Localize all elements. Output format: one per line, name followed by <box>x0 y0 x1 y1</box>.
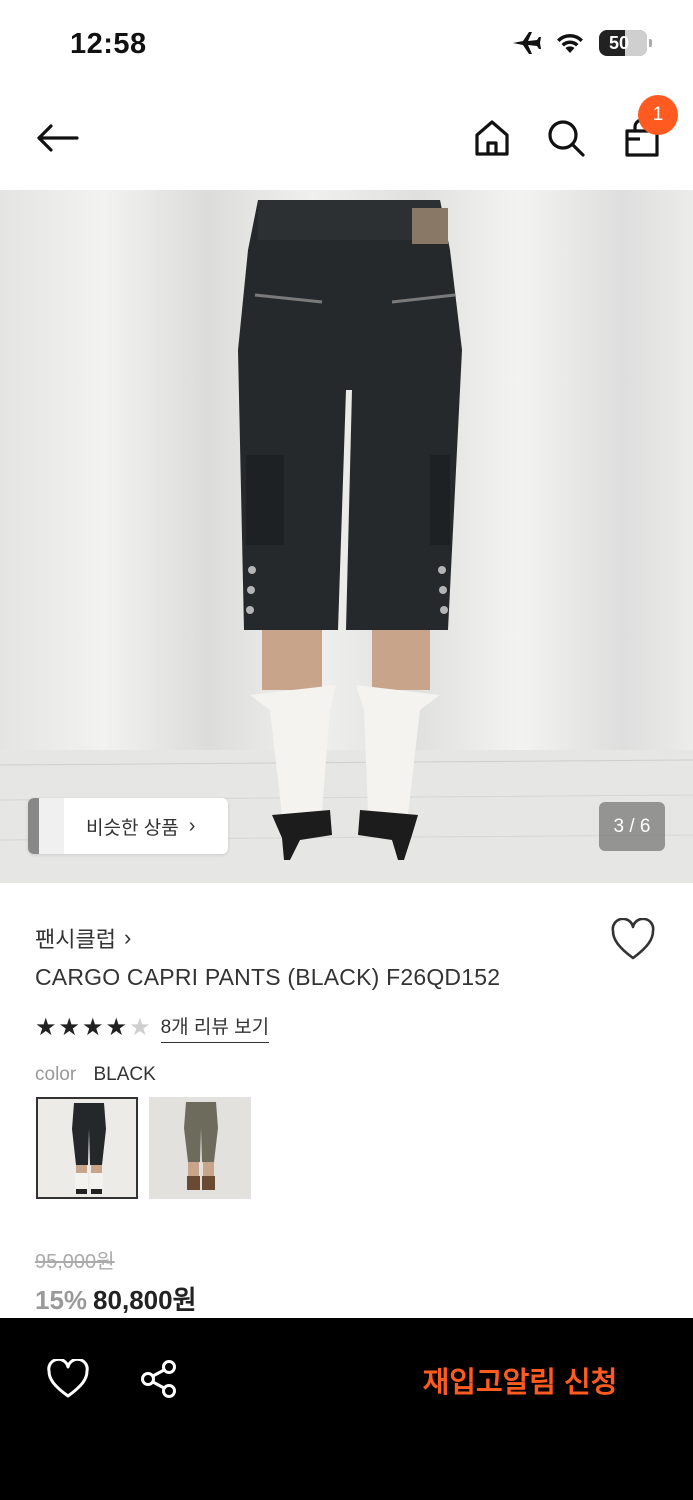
sale-price: 80,800원 <box>93 1285 197 1315</box>
bottom-wishlist-button[interactable] <box>46 1357 90 1399</box>
search-icon <box>548 120 585 157</box>
image-page-indicator: 3 / 6 <box>599 802 665 851</box>
star-filled-icon: ★ <box>58 1013 81 1041</box>
battery-level: 50 <box>608 32 630 53</box>
color-value: BLACK <box>93 1064 156 1085</box>
product-name: CARGO CAPRI PANTS (BLACK) F26QD152 <box>35 964 501 990</box>
star-filled-icon: ★ <box>82 1013 104 1041</box>
star-empty-icon: ★ <box>129 1013 151 1041</box>
bottom-action-bar: 재입고알림 신청 <box>0 1318 693 1500</box>
chevron-right-icon: › <box>188 814 196 837</box>
battery-icon: 50 <box>599 30 652 56</box>
restock-alert-button[interactable]: 재입고알림 신청 <box>400 1360 640 1400</box>
airplane-icon <box>513 32 541 54</box>
rating-stars: ★ ★ ★ ★ ★ <box>35 1013 151 1041</box>
similar-product-thumbnail <box>28 798 64 854</box>
rating-row: ★ ★ ★ ★ ★ 8개 리뷰 보기 <box>35 1012 270 1043</box>
star-filled-icon: ★ <box>105 1013 128 1041</box>
price-row: 15% 80,800원 <box>35 1280 197 1317</box>
original-price: 95,000원 <box>35 1251 115 1273</box>
product-image[interactable] <box>0 190 693 883</box>
brand-link[interactable]: 팬시클럽 › <box>35 922 131 954</box>
arrow-left-icon <box>37 124 79 152</box>
brand-name: 팬시클럽 <box>35 927 116 952</box>
cart-count-badge: 1 <box>638 95 678 135</box>
back-button[interactable] <box>32 113 82 163</box>
chevron-right-icon: › <box>123 925 132 950</box>
wifi-icon <box>557 33 583 53</box>
share-icon <box>141 1360 176 1398</box>
wishlist-button[interactable] <box>610 917 656 962</box>
share-button[interactable] <box>138 1358 180 1400</box>
black-pants-thumbnail <box>38 1099 136 1197</box>
heart-icon <box>611 917 655 960</box>
color-row: color BLACK <box>35 1064 156 1086</box>
color-swatch-khaki[interactable] <box>149 1097 251 1199</box>
color-swatch-black[interactable] <box>36 1097 138 1199</box>
heart-icon <box>47 1357 89 1398</box>
status-icons: 50 <box>511 30 652 56</box>
search-button[interactable] <box>541 113 591 163</box>
nav-bar <box>0 95 693 185</box>
home-button[interactable] <box>467 113 517 163</box>
star-filled-icon: ★ <box>35 1013 57 1041</box>
status-time: 12:58 <box>70 28 147 60</box>
similar-products-label: 비슷한 상품 <box>86 817 179 839</box>
color-label: color <box>35 1064 77 1085</box>
khaki-pants-thumbnail <box>150 1098 250 1198</box>
product-photo <box>0 190 693 883</box>
home-icon <box>475 120 509 156</box>
discount-rate: 15% <box>35 1285 88 1315</box>
similar-products-button[interactable]: 비슷한 상품 › <box>28 798 228 854</box>
review-link[interactable]: 8개 리뷰 보기 <box>160 1012 270 1043</box>
status-bar: 12:58 50 <box>0 0 693 90</box>
